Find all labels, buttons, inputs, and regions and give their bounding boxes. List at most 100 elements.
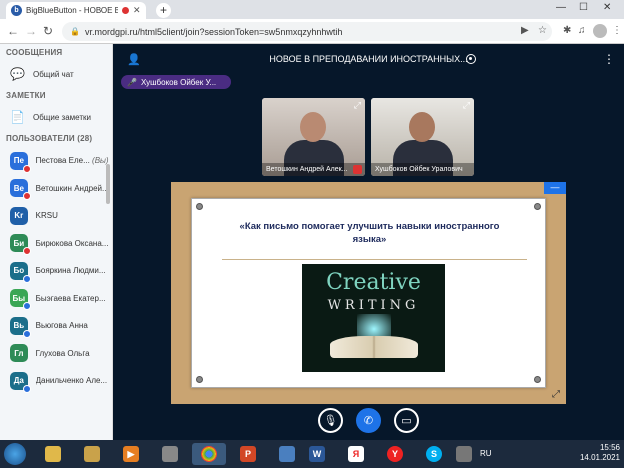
shared-notes-label: Общие заметки <box>33 112 91 122</box>
recording-indicator-icon[interactable] <box>466 54 476 64</box>
fullscreen-icon[interactable]: ⤢ <box>354 100 361 111</box>
forward-arrow-icon[interactable]: → <box>25 24 37 38</box>
fullscreen-presentation-icon[interactable]: ⤢ <box>552 389 560 400</box>
webcam-video-2[interactable]: ⤢ Хушбоков Ойбек Уралович <box>371 98 474 176</box>
fullscreen-icon[interactable]: ⤢ <box>463 100 470 111</box>
taskbar-yandex[interactable]: Я <box>339 443 373 465</box>
minimize-presentation-button[interactable]: — <box>544 182 566 194</box>
taskbar-word[interactable]: W <box>300 443 334 465</box>
taskbar-photos[interactable] <box>270 443 304 465</box>
user-name: Вьюгова Анна <box>36 321 112 330</box>
taskbar-app[interactable] <box>153 443 187 465</box>
muted-mic-icon <box>353 165 362 174</box>
pin-icon <box>196 203 203 210</box>
user-list-item[interactable]: Ве Ветошкин Андрей... <box>0 175 112 203</box>
user-avatar: Вь <box>10 316 31 338</box>
taskbar-skype[interactable]: S <box>417 443 451 465</box>
user-avatar: Ве <box>10 179 31 201</box>
clock-time: 15:56 <box>599 443 620 452</box>
presentation-area[interactable]: — «Как письмо помогает улучшить навыки и… <box>171 182 566 404</box>
word-icon: W <box>309 446 325 462</box>
user-name-text: Глухова Ольга <box>35 348 90 358</box>
user-name: Данильченко Але... <box>36 376 112 385</box>
folder-icon <box>84 446 100 462</box>
skype-icon: S <box>426 446 442 462</box>
app-icon <box>162 446 178 462</box>
chat-icon: 💬 <box>10 67 25 81</box>
user-avatar: Kr <box>10 206 28 225</box>
taskbar-chrome[interactable] <box>192 443 226 465</box>
maximize-window-icon[interactable]: ☐ <box>579 2 588 13</box>
user-list-item[interactable]: Да Данильченко Але... <box>0 367 112 395</box>
users-header: ПОЛЬЗОВАТЕЛИ (28) <box>6 134 93 143</box>
taskbar-explorer[interactable] <box>36 443 70 465</box>
open-book-illustration <box>330 336 418 358</box>
language-indicator[interactable]: RU <box>480 449 492 458</box>
unmute-button[interactable]: 🎙 <box>318 408 343 433</box>
user-list-item[interactable]: Вь Вьюгова Анна <box>0 312 112 340</box>
user-status-badge-icon <box>22 329 31 338</box>
user-name-text: Данильченко Але... <box>35 376 108 386</box>
media-icon[interactable]: ♫ <box>578 25 586 36</box>
browser-tab[interactable]: b BigBlueButton - НОВОЕ В ПР ✕ <box>6 2 146 19</box>
taskbar-app-2[interactable] <box>447 443 481 465</box>
shared-notes-item[interactable]: 📄 Общие заметки <box>0 104 112 130</box>
user-avatar: Да <box>10 371 31 393</box>
user-initials: Вь <box>13 321 25 331</box>
user-list-item[interactable]: Пе Пестова Еле... (Вы) <box>0 147 112 175</box>
user-list-item[interactable]: Гл Глухова Ольга <box>0 340 112 368</box>
taskbar-yandex-browser[interactable]: Y <box>378 443 412 465</box>
user-name-text: Бирюкова Оксана... <box>35 238 109 248</box>
sidebar-scrollbar[interactable] <box>106 164 110 204</box>
image-word-writing: WRITING <box>327 298 420 313</box>
browser-menu-icon[interactable]: ⋮ <box>612 25 622 36</box>
start-button[interactable] <box>4 443 26 465</box>
muted-microphone-icon: 🎙 <box>323 415 338 427</box>
talking-indicator[interactable]: 🎤 Хушбоков Ойбек У... <box>121 75 231 89</box>
user-name: Ветошкин Андрей... <box>36 184 112 193</box>
user-avatar: Пе <box>10 151 31 173</box>
minimize-window-icon[interactable]: — <box>556 2 566 13</box>
clock[interactable]: 15:56 14.01.2021 <box>580 443 620 463</box>
webcam-video-1[interactable]: ⤢ Ветошкин Андрей Алек... <box>262 98 365 176</box>
chrome-icon <box>201 446 217 462</box>
video-caption: Ветошкин Андрей Алек... <box>262 163 365 176</box>
user-initials: Би <box>13 238 25 248</box>
user-status-badge-icon <box>22 274 31 283</box>
user-list-item[interactable]: Kr KRSU <box>0 202 112 230</box>
notes-icon: 📄 <box>10 110 25 124</box>
taskbar-powerpoint[interactable]: P <box>231 443 265 465</box>
bookmark-star-icon[interactable]: ☆ <box>538 25 547 36</box>
user-name: Бирюкова Оксана... <box>36 239 112 248</box>
camera-indicator-icon[interactable]: ▶ <box>521 25 529 36</box>
user-name-text: Вьюгова Анна <box>35 321 88 331</box>
leave-audio-button[interactable]: ✆ <box>356 408 381 433</box>
options-menu-icon[interactable]: ⋮ <box>603 52 615 66</box>
share-webcam-button[interactable]: ▭ <box>394 408 419 433</box>
user-list-item[interactable]: Бы Быэгаева Екатер... <box>0 285 112 313</box>
yandex-icon: Я <box>348 446 364 462</box>
reload-icon[interactable]: ↻ <box>43 24 53 38</box>
profile-avatar[interactable] <box>593 24 607 38</box>
close-window-icon[interactable]: ✕ <box>603 2 611 13</box>
user-status-badge-icon <box>22 302 31 311</box>
video-camera-icon: ▭ <box>401 415 412 427</box>
slide-paper: «Как письмо помогает улучшить навыки ино… <box>191 198 546 388</box>
user-initials: Гл <box>14 348 24 358</box>
tab-title: BigBlueButton - НОВОЕ В ПР <box>26 6 118 15</box>
taskbar-explorer-2[interactable] <box>75 443 109 465</box>
pin-icon <box>196 376 203 383</box>
public-chat-item[interactable]: 💬 Общий чат <box>0 61 112 87</box>
back-arrow-icon[interactable]: ← <box>7 24 19 38</box>
tab-close-icon[interactable]: ✕ <box>133 5 141 16</box>
user-avatar: Бы <box>10 289 31 311</box>
address-bar[interactable]: 🔒 vr.mordgpi.ru/html5client/join?session… <box>62 22 552 41</box>
extensions-icon[interactable]: ✱ <box>563 25 571 36</box>
video-caption: Хушбоков Ойбек Уралович <box>371 163 474 176</box>
taskbar-media[interactable]: ▶ <box>114 443 148 465</box>
user-list-item[interactable]: Би Бирюкова Оксана... <box>0 230 112 258</box>
user-list-item[interactable]: Бо Бояркина Людми... <box>0 257 112 285</box>
media-player-icon: ▶ <box>123 446 139 462</box>
new-tab-button[interactable]: + <box>156 3 171 18</box>
user-status-badge-icon <box>22 384 31 393</box>
